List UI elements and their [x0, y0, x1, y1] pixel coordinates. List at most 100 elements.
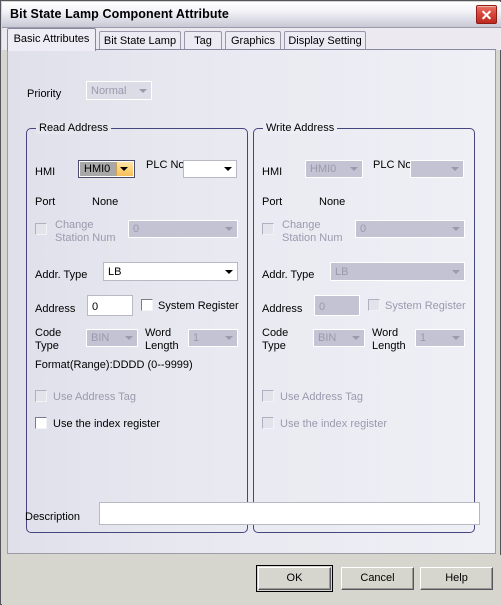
chevron-down-icon: [348, 331, 363, 345]
read-change-station-value: 0: [133, 223, 140, 235]
read-word-length-value: 1: [193, 332, 200, 344]
write-hmi-value: HMI0: [310, 163, 337, 175]
read-address-group-title: Read Address: [36, 122, 112, 134]
write-addr-type-value: LB: [335, 265, 349, 278]
read-change-station-label-2: Station Num: [55, 232, 116, 244]
write-code-type-dropdown[interactable]: BIN: [313, 329, 365, 347]
write-address-label: Address: [262, 303, 303, 315]
description-label: Description: [25, 511, 81, 523]
write-code-type-value: BIN: [318, 332, 337, 344]
write-addr-type-label: Addr. Type: [262, 269, 315, 281]
read-address-input[interactable]: 0: [87, 295, 133, 316]
chevron-down-icon: [447, 162, 462, 176]
write-port-value: None: [319, 196, 346, 208]
read-port-label: Port: [35, 196, 56, 208]
read-addr-type-label: Addr. Type: [35, 269, 88, 281]
write-address-group-title: Write Address: [263, 122, 338, 134]
write-plc-no-dropdown[interactable]: [410, 160, 464, 178]
read-system-register-label: System Register: [158, 300, 239, 312]
read-format-range-text: Format(Range):DDDD (0--9999): [35, 359, 193, 371]
write-system-register-checkbox[interactable]: [368, 299, 380, 311]
write-code-type-label-1: Code: [262, 327, 289, 339]
read-code-type-dropdown[interactable]: BIN: [86, 329, 138, 347]
tab-graphics[interactable]: Graphics: [225, 31, 281, 50]
tab-display-setting[interactable]: Display Setting: [284, 31, 366, 50]
write-hmi-dropdown[interactable]: HMI0: [305, 160, 363, 178]
priority-label: Priority: [27, 88, 62, 100]
read-change-station-checkbox[interactable]: [35, 223, 47, 235]
read-word-length-dropdown[interactable]: 1: [188, 329, 238, 347]
chevron-down-icon: [221, 222, 236, 236]
tab-bit-state-lamp[interactable]: Bit State Lamp: [99, 31, 181, 50]
write-port-label: Port: [262, 196, 283, 208]
chevron-down-icon: [221, 331, 236, 345]
read-addr-type-value: LB: [108, 265, 122, 278]
dialog-button-bar: OK Cancel Help: [2, 555, 501, 605]
tab-strip: Basic Attributes Bit State Lamp Tag Grap…: [2, 28, 501, 51]
chevron-down-icon: [135, 83, 150, 98]
description-input[interactable]: [99, 502, 480, 525]
read-address-value: 0: [92, 301, 99, 313]
write-address-value: 0: [319, 301, 326, 313]
chevron-down-icon: [220, 162, 235, 176]
priority-dropdown[interactable]: Normal: [86, 81, 152, 100]
read-addr-type-dropdown[interactable]: LB: [103, 262, 238, 281]
chevron-down-icon: [448, 264, 463, 279]
tab-tag[interactable]: Tag: [184, 31, 222, 50]
write-use-index-register-label: Use the index register: [280, 418, 387, 430]
read-use-address-tag-label: Use Address Tag: [53, 391, 136, 403]
read-hmi-dropdown[interactable]: HMI0: [78, 160, 135, 178]
tab-panel-basic-attributes: Priority Normal Read Address HMI HMI0 PL…: [7, 49, 496, 554]
read-system-register-checkbox[interactable]: [141, 299, 153, 311]
read-hmi-label: HMI: [35, 166, 56, 178]
chevron-down-icon: [346, 162, 361, 176]
write-change-station-label-2: Station Num: [282, 232, 343, 244]
close-icon[interactable]: [476, 5, 497, 24]
read-use-index-register-checkbox[interactable]: [35, 417, 47, 429]
write-use-index-register-checkbox[interactable]: [262, 417, 274, 429]
read-use-index-register-label: Use the index register: [53, 418, 160, 430]
read-word-length-label-1: Word: [145, 327, 172, 339]
chevron-down-icon: [116, 162, 133, 176]
write-use-address-tag-checkbox[interactable]: [262, 390, 274, 402]
write-code-type-label-2: Type: [262, 340, 286, 352]
read-hmi-value: HMI0: [84, 163, 111, 175]
page-title: Bit State Lamp Component Attribute: [10, 7, 229, 21]
chevron-down-icon: [448, 222, 463, 236]
read-code-type-label-1: Code: [35, 327, 62, 339]
chevron-down-icon: [121, 331, 136, 345]
read-code-type-label-2: Type: [35, 340, 59, 352]
chevron-down-icon: [221, 264, 236, 279]
write-word-length-label-1: Word: [372, 327, 399, 339]
ok-button[interactable]: OK: [256, 565, 333, 592]
chevron-down-icon: [448, 331, 463, 345]
cancel-button[interactable]: Cancel: [341, 567, 414, 590]
write-change-station-dropdown[interactable]: 0: [355, 220, 465, 238]
read-address-label: Address: [35, 303, 76, 315]
help-button[interactable]: Help: [420, 567, 493, 590]
dialog-window: Bit State Lamp Component Attribute Basic…: [0, 0, 501, 605]
priority-value: Normal: [91, 84, 127, 97]
read-port-value: None: [92, 196, 119, 208]
write-change-station-label-1: Change: [282, 219, 321, 231]
write-use-address-tag-label: Use Address Tag: [280, 391, 363, 403]
read-code-type-value: BIN: [91, 332, 110, 344]
title-bar: Bit State Lamp Component Attribute: [2, 2, 501, 28]
read-plc-no-dropdown[interactable]: [183, 160, 237, 178]
write-word-length-label-2: Length: [372, 340, 406, 352]
write-plc-no-label: PLC No.: [373, 159, 415, 171]
read-plc-no-label: PLC No.: [146, 159, 188, 171]
read-word-length-label-2: Length: [145, 340, 179, 352]
tab-basic-attributes[interactable]: Basic Attributes: [7, 28, 96, 51]
write-hmi-label: HMI: [262, 166, 283, 178]
write-address-input[interactable]: 0: [314, 295, 360, 316]
write-change-station-value: 0: [360, 223, 367, 235]
write-word-length-dropdown[interactable]: 1: [415, 329, 465, 347]
write-change-station-checkbox[interactable]: [262, 223, 274, 235]
write-system-register-label: System Register: [385, 300, 466, 312]
read-change-station-label-1: Change: [55, 219, 94, 231]
read-change-station-dropdown[interactable]: 0: [128, 220, 238, 238]
read-use-address-tag-checkbox[interactable]: [35, 390, 47, 402]
write-addr-type-dropdown[interactable]: LB: [330, 262, 465, 281]
write-word-length-value: 1: [420, 332, 427, 344]
